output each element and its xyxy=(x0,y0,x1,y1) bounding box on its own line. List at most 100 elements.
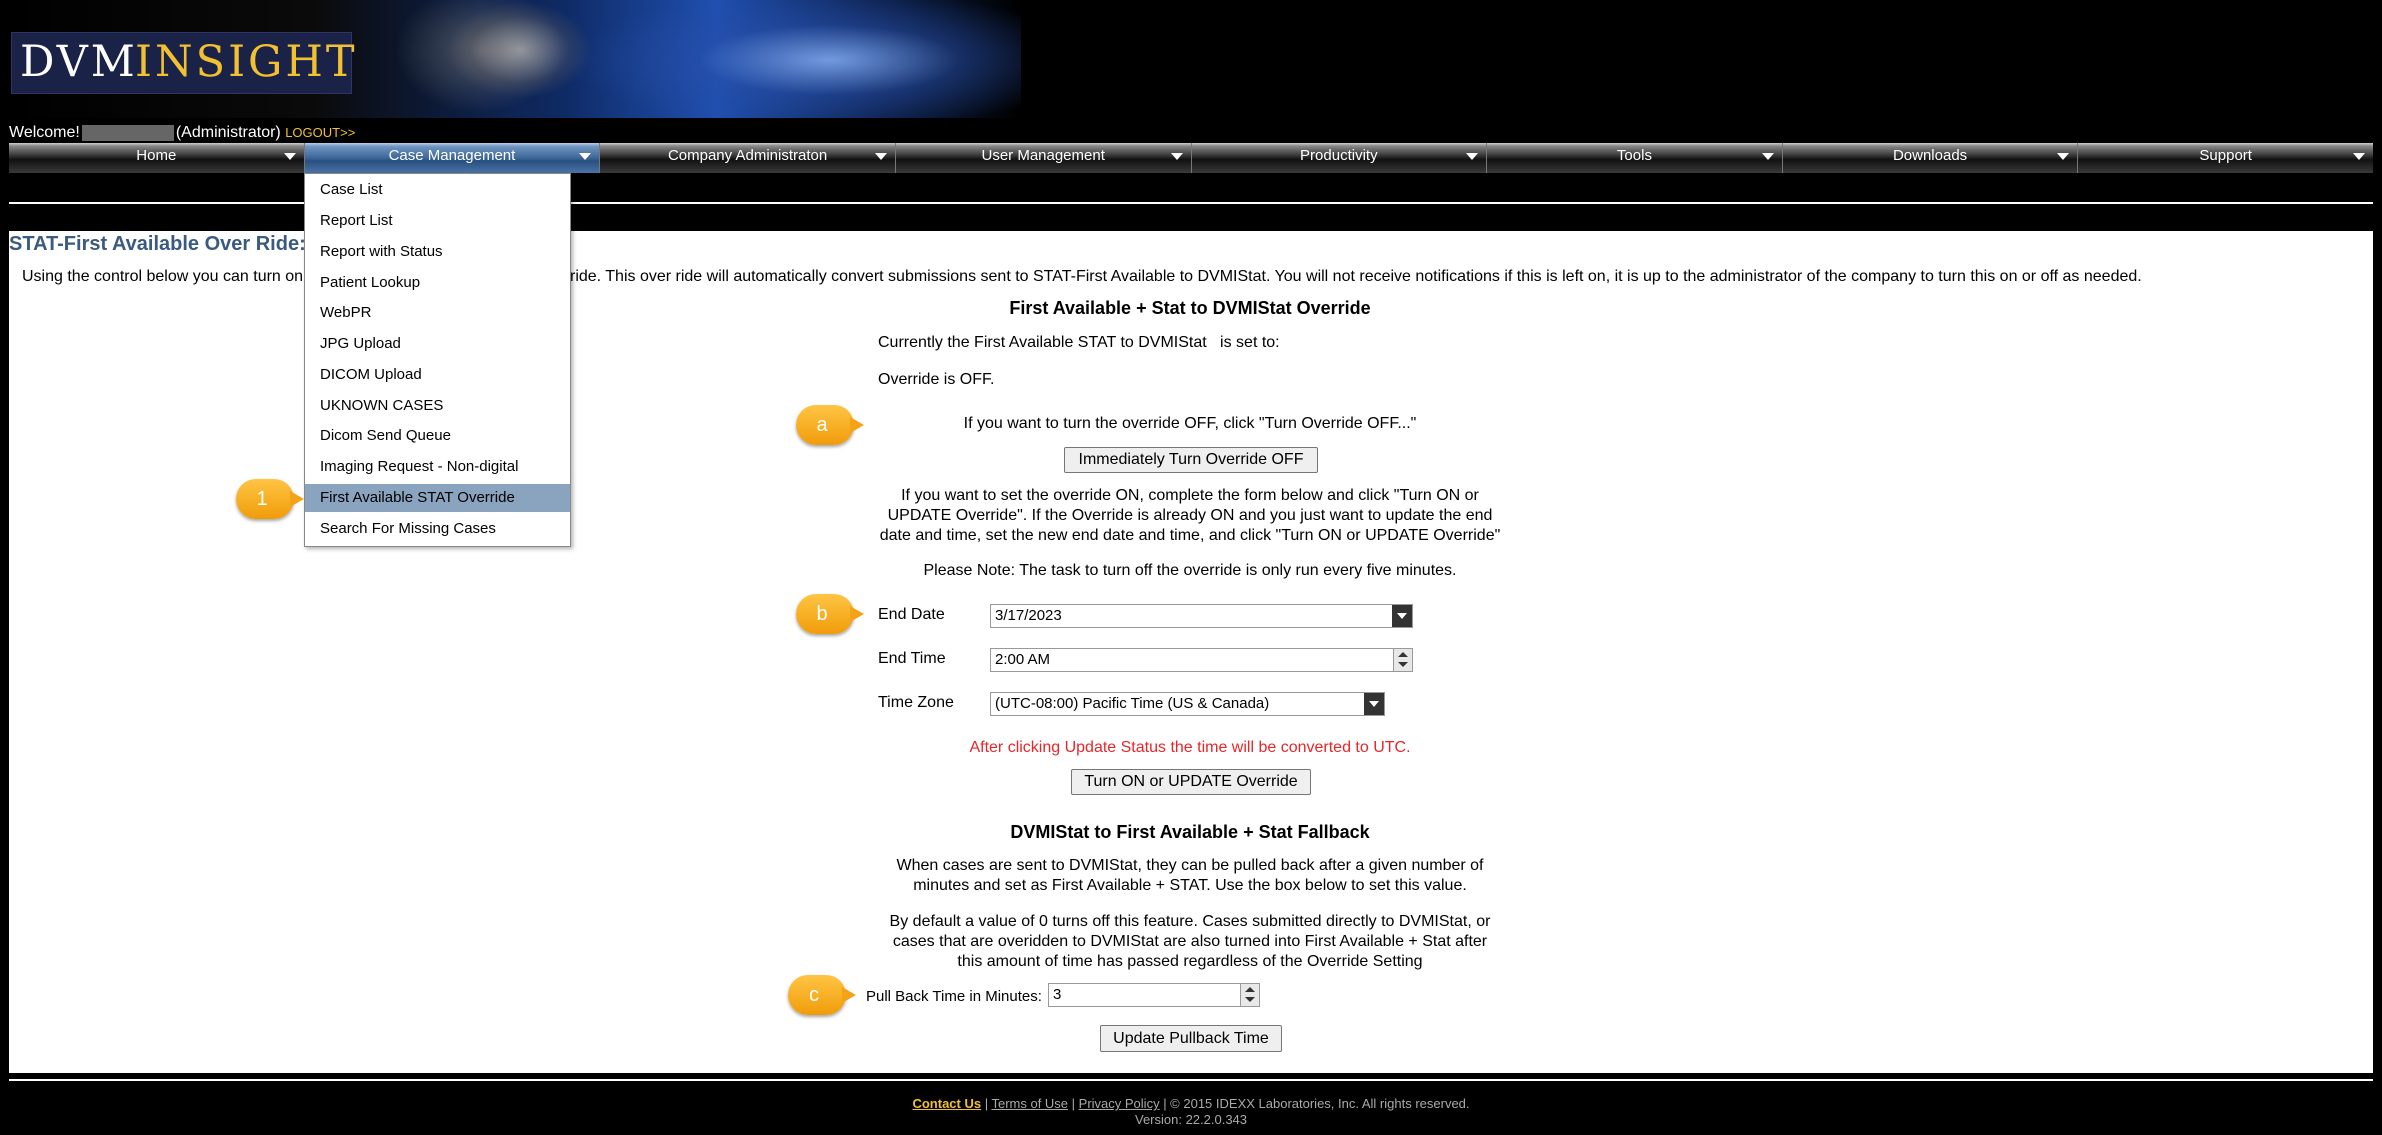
menu-item-search-missing-cases[interactable]: Search For Missing Cases xyxy=(305,515,570,543)
override-status: Override is OFF. xyxy=(878,371,995,388)
pullback-value: 3 xyxy=(1053,986,1062,1003)
nav-label: Tools xyxy=(1616,147,1652,164)
override-on-instruction: If you want to set the override ON, comp… xyxy=(860,486,1520,546)
nav-productivity[interactable]: Productivity xyxy=(1191,143,1488,173)
callout-pointer xyxy=(842,987,856,1003)
instruction-line: If you want to set the override ON, comp… xyxy=(901,487,1479,504)
menu-item-case-list[interactable]: Case List xyxy=(305,176,570,204)
chevron-down-icon[interactable] xyxy=(1364,693,1384,715)
end-date-label: End Date xyxy=(878,606,945,623)
end-date-value: 3/17/2023 xyxy=(995,607,1062,624)
separator: | xyxy=(1068,1096,1079,1111)
separator: | xyxy=(981,1096,992,1111)
menu-item-imaging-request[interactable]: Imaging Request - Non-digital xyxy=(305,453,570,481)
pullback-input[interactable]: 3 xyxy=(1048,983,1260,1007)
callout-1: 1 xyxy=(236,479,304,519)
description-line: When cases are sent to DVMIStat, they ca… xyxy=(896,857,1484,874)
menu-item-dicom-send-queue[interactable]: Dicom Send Queue xyxy=(305,422,570,450)
intro-text-right: ride. This over ride will automatically … xyxy=(570,268,2142,285)
end-date-field[interactable]: 3/17/2023 xyxy=(990,604,1413,628)
fallback-description-1: When cases are sent to DVMIStat, they ca… xyxy=(860,856,1520,896)
timezone-value: (UTC-08:00) Pacific Time (US & Canada) xyxy=(995,695,1270,712)
override-off-instruction: If you want to turn the override OFF, cl… xyxy=(963,415,1417,432)
menu-item-webpr[interactable]: WebPR xyxy=(305,299,570,327)
chevron-down-icon xyxy=(1170,153,1183,160)
nav-company-administration[interactable]: Company Administraton xyxy=(600,143,896,173)
callout-b: b xyxy=(796,594,864,634)
logout-link[interactable]: LOGOUT>> xyxy=(285,125,355,140)
nav-home[interactable]: Home xyxy=(9,143,305,173)
end-time-field[interactable]: 2:00 AM xyxy=(990,648,1413,672)
callout-letter: c xyxy=(809,984,819,1006)
end-time-value: 2:00 AM xyxy=(995,651,1051,668)
chevron-down-icon xyxy=(1761,153,1774,160)
update-pullback-time-button[interactable]: Update Pullback Time xyxy=(1100,1025,1282,1052)
nav-label: Company Administraton xyxy=(667,147,828,164)
user-role: (Administrator) xyxy=(175,124,281,141)
override-current-label: Currently the First Available STAT to DV… xyxy=(878,334,1280,351)
nav-label: Support xyxy=(2199,147,2252,164)
chevron-down-icon xyxy=(1466,153,1479,160)
utc-warning: After clicking Update Status the time wi… xyxy=(969,739,1411,756)
turn-override-off-button[interactable]: Immediately Turn Override OFF xyxy=(1064,447,1318,473)
terms-link[interactable]: Terms of Use xyxy=(991,1096,1068,1111)
spinner-icon[interactable] xyxy=(1240,984,1259,1006)
menu-item-report-with-status[interactable]: Report with Status xyxy=(305,238,570,266)
description-line: cases that are overidden to DVMIStat are… xyxy=(892,933,1488,950)
timezone-select[interactable]: (UTC-08:00) Pacific Time (US & Canada) xyxy=(990,692,1385,716)
callout-letter: a xyxy=(816,414,828,436)
chevron-down-icon xyxy=(874,153,887,160)
fallback-description-2: By default a value of 0 turns off this f… xyxy=(860,912,1520,972)
chevron-down-icon[interactable] xyxy=(1392,605,1412,627)
menu-item-jpg-upload[interactable]: JPG Upload xyxy=(305,330,570,358)
description-line: By default a value of 0 turns off this f… xyxy=(889,913,1491,930)
menu-item-dicom-upload[interactable]: DICOM Upload xyxy=(305,361,570,389)
nav-support[interactable]: Support xyxy=(2078,143,2373,173)
callout-pointer xyxy=(850,606,864,622)
chevron-down-icon xyxy=(2057,153,2070,160)
banner-image xyxy=(410,0,630,118)
redacted-username xyxy=(81,124,174,141)
nav-downloads[interactable]: Downloads xyxy=(1782,143,2079,173)
chevron-down-icon xyxy=(283,153,296,160)
nav-label: Home xyxy=(136,147,177,164)
callout-pointer xyxy=(290,491,304,507)
welcome-text: Welcome! xyxy=(9,124,80,141)
main-nav: Home Case Management Company Administrat… xyxy=(9,143,2373,173)
nav-tools[interactable]: Tools xyxy=(1487,143,1783,173)
copyright-text: | © 2015 IDEXX Laboratories, Inc. All ri… xyxy=(1159,1096,1470,1111)
footer-links: Contact Us | Terms of Use | Privacy Poli… xyxy=(0,1096,2382,1111)
callout-c: c xyxy=(788,975,856,1015)
menu-item-unknown-cases[interactable]: UKNOWN CASES xyxy=(305,392,570,420)
nav-label: User Management xyxy=(981,147,1105,164)
nav-user-management[interactable]: User Management xyxy=(895,143,1192,173)
page-title: STAT-First Available Over Ride: xyxy=(9,233,306,255)
pullback-label: Pull Back Time in Minutes: xyxy=(866,988,1042,1005)
end-time-label: End Time xyxy=(878,650,946,667)
callout-a: a xyxy=(796,405,864,445)
logo-text-dvm: DVM xyxy=(20,37,138,87)
nav-label: Productivity xyxy=(1300,147,1378,164)
spinner-icon[interactable] xyxy=(1393,649,1412,671)
menu-item-report-list[interactable]: Report List xyxy=(305,207,570,235)
welcome-bar: Welcome! (Administrator) LOGOUT>> xyxy=(9,124,355,142)
contact-us-link[interactable]: Contact Us xyxy=(912,1096,981,1111)
intro-text-left: Using the control below you can turn on xyxy=(22,268,304,285)
chevron-down-icon xyxy=(2353,153,2365,160)
callout-pointer xyxy=(850,417,864,433)
description-line: minutes and set as First Available + STA… xyxy=(913,877,1467,894)
footer-divider xyxy=(9,1079,2373,1081)
fallback-heading: DVMIStat to First Available + Stat Fallb… xyxy=(1010,822,1370,842)
menu-item-first-available-stat-override[interactable]: First Available STAT Override xyxy=(305,484,570,512)
menu-item-patient-lookup[interactable]: Patient Lookup xyxy=(305,269,570,297)
chevron-down-icon xyxy=(579,153,592,160)
privacy-link[interactable]: Privacy Policy xyxy=(1079,1096,1160,1111)
version-text: Version: 22.2.0.343 xyxy=(1134,1112,1248,1127)
description-line: this amount of time has passed regardles… xyxy=(957,953,1423,970)
turn-on-update-override-button[interactable]: Turn ON or UPDATE Override xyxy=(1071,769,1311,795)
case-management-dropdown: Case List Report List Report with Status… xyxy=(304,173,571,547)
nav-case-management[interactable]: Case Management xyxy=(304,143,601,173)
timezone-label: Time Zone xyxy=(878,694,954,711)
callout-letter: b xyxy=(816,603,828,625)
logo-text-insight: INSIGHT xyxy=(135,37,358,87)
